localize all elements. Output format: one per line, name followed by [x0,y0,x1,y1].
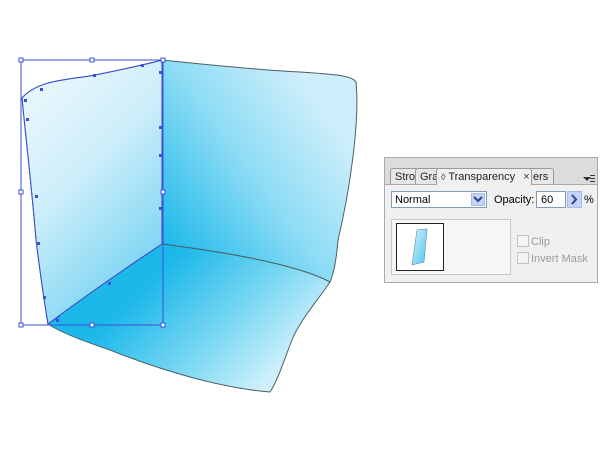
blend-mode-dropdown[interactable]: Normal [391,191,487,208]
panel-tab-bar: Stro Gra ◊ Transparency × ers [385,158,597,185]
opacity-label: Opacity: [494,194,535,206]
thumbnail-preview-image [411,228,428,266]
clip-checkbox[interactable] [517,235,529,247]
tab-close-icon[interactable]: × [523,171,529,183]
tab-transparency[interactable]: ◊ Transparency × [436,168,532,185]
invert-mask-label: Invert Mask [531,253,588,265]
opacity-unit: % [584,194,594,206]
artwork-thumbnail[interactable] [396,223,444,271]
chevron-right-icon [571,194,578,205]
transparency-panel: Stro Gra ◊ Transparency × ers Normal Opa… [384,157,598,283]
invert-mask-option: Invert Mask [517,252,588,265]
chevron-down-icon[interactable] [471,193,485,206]
tab-layers-label: ers [533,171,549,183]
clip-option: Clip [517,235,550,248]
panel-menu-icon[interactable] [583,175,595,183]
blend-opacity-row: Normal Opacity: 60 % [391,191,594,209]
invert-mask-checkbox[interactable] [517,252,529,264]
tab-transparency-label: Transparency [448,171,516,183]
tab-reorder-icon: ◊ [441,172,446,182]
tab-stroke-label: Stro [395,171,416,183]
opacity-value: 60 [541,194,554,206]
blend-mode-value: Normal [395,194,431,206]
mask-thumbnail-area [391,219,511,275]
opacity-slider-button[interactable] [567,191,582,208]
clip-label: Clip [531,236,550,248]
opacity-input[interactable]: 60 [536,191,566,208]
